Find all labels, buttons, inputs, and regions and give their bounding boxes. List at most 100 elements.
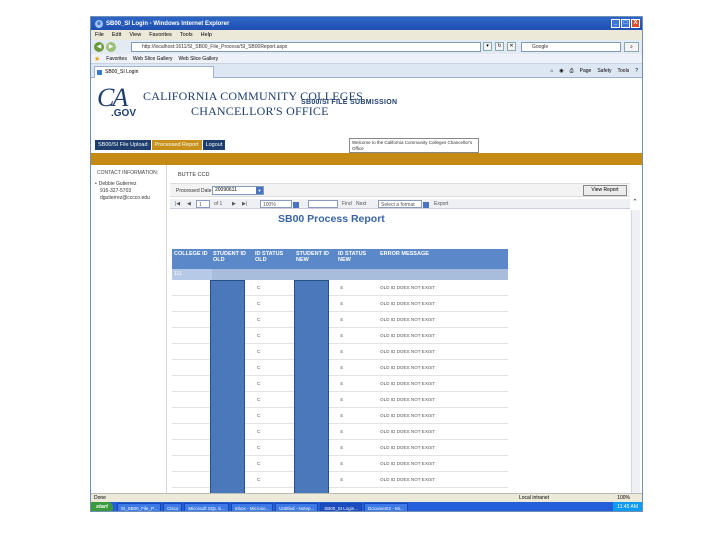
help-icon[interactable]: ? [635,66,638,76]
page-menu[interactable]: Page [580,66,592,76]
favorites-link-2[interactable]: Web Slice Gallery [179,56,219,62]
main-content: BUTTE CCD Processed Date: 20090611 ▼ Vie… [168,165,642,493]
zoom-level[interactable]: 100% [617,494,630,502]
star-icon[interactable]: ★ [94,55,100,63]
report-viewer: SB00 Process Report COLLEGE ID STUDENT I… [170,210,630,493]
taskbar-item[interactable]: Document2 - Mi... [364,503,408,511]
web-page: CA .GOV CALIFORNIA COMMUNITY COLLEGES CH… [91,79,642,493]
favorites-button[interactable]: Favorites [106,56,127,62]
nav-processed-report[interactable]: Processed Report [151,140,202,150]
col-student-id-new: STUDENT ID NEW [296,251,329,263]
minimize-button[interactable]: _ [611,19,620,28]
menu-help[interactable]: Help [201,32,212,38]
site-header: CA .GOV CALIFORNIA COMMUNITY COLLEGES CH… [91,79,642,135]
cell-id-status-new: S [340,397,344,402]
find-input[interactable] [308,200,338,208]
find-link[interactable]: Find [342,200,352,208]
export-link[interactable]: Export [434,200,448,208]
nav-file-upload[interactable]: SB00/SI File Upload [95,140,151,150]
cell-id-status-new: S [340,477,344,482]
page-count: of 1 [214,201,223,207]
page-number-input[interactable]: 1 [196,200,210,208]
cell-error-message: OLD ID DOES NOT EXIST [380,349,436,354]
close-button[interactable]: X [631,19,640,28]
cell-id-status-new: S [340,317,344,322]
cell-error-message: OLD ID DOES NOT EXIST [380,413,436,418]
cell-error-message: OLD ID DOES NOT EXIST [380,397,436,402]
menu-bar: File Edit View Favorites Tools Help [91,30,642,40]
safety-menu[interactable]: Safety [597,66,611,76]
first-page-icon[interactable]: |◀ [175,200,180,208]
cell-error-message: OLD ID DOES NOT EXIST [380,445,436,450]
menu-edit[interactable]: Edit [112,32,121,38]
dropdown-icon[interactable]: ▾ [483,42,492,51]
cell-id-status-new: S [340,429,344,434]
taskbar-item[interactable]: SI_SB00_File_P... [116,503,162,511]
maximize-button[interactable]: □ [621,19,630,28]
contact-email[interactable]: dgutierrez@cccco.edu [100,195,150,201]
feeds-icon[interactable]: ◉ [559,66,563,76]
ie-icon: e [95,19,103,28]
table-header: COLLEGE ID STUDENT ID OLD ID STATUS OLD … [172,249,508,269]
home-icon[interactable]: ⌂ [550,66,553,76]
report-scrollbar[interactable] [631,210,640,493]
back-arrow-icon[interactable]: ◀ [94,42,104,52]
contact-name: Debbie Gutierrez [98,181,137,187]
last-page-icon[interactable]: ▶| [242,200,247,208]
menu-favorites[interactable]: Favorites [149,32,172,38]
taskbar-item[interactable]: Cisco [163,503,183,511]
cell-id-status-old: C [257,445,261,450]
zoom-select[interactable]: 100% [260,200,299,208]
contact-header: CONTACT INFORMATION: [97,170,159,176]
search-input[interactable]: Google [521,42,621,52]
tools-menu[interactable]: Tools [618,66,630,76]
group-college-id: 111 [174,271,182,277]
forward-arrow-icon[interactable]: ▶ [106,42,116,52]
sidebar: CONTACT INFORMATION: • Debbie Gutierrez 9… [91,165,167,493]
cell-id-status-old: C [257,285,261,290]
status-text: Done [94,495,106,501]
next-page-icon[interactable]: ▶ [232,200,236,208]
cell-id-status-new: S [340,301,344,306]
contact-phone: 916-327-5703 [100,188,132,194]
next-link[interactable]: Next [356,200,366,208]
taskbar-item[interactable]: Microsoft SQL S... [184,503,229,511]
menu-view[interactable]: View [129,32,141,38]
cell-error-message: OLD ID DOES NOT EXIST [380,461,436,466]
system-clock: 11:45 AM [613,502,642,511]
stop-icon[interactable]: ✕ [507,42,516,51]
tab-sb00-login[interactable]: SB00_SI Login [94,66,214,78]
view-report-button[interactable]: View Report [583,185,627,196]
ca-gov-logo[interactable]: CA .GOV [97,83,139,131]
taskbar-item[interactable]: SB00_SI Login... [320,503,363,511]
menu-tools[interactable]: Tools [180,32,193,38]
redacted-student-id-new [294,280,329,493]
col-id-status-new: ID STATUS NEW [338,251,367,263]
chevron-down-icon [293,202,299,208]
logo-gov: .GOV [111,108,137,119]
contact-info: • Debbie Gutierrez 916-327-5703 dgutierre… [95,181,150,202]
cell-id-status-new: S [340,349,344,354]
print-icon[interactable]: ⎙ [570,66,574,76]
prev-page-icon[interactable]: ◀ [187,200,191,208]
start-button[interactable]: start [91,502,113,511]
export-format-select[interactable]: Select a format [378,200,429,208]
processed-date-select[interactable]: 20090611 ▼ [212,186,264,195]
cell-id-status-old: C [257,461,261,466]
col-id-status-old: ID STATUS OLD [255,251,284,263]
menu-file[interactable]: File [95,32,104,38]
cell-id-status-old: C [257,477,261,482]
taskbar-item[interactable]: Inbox - Microso... [230,503,274,511]
address-input[interactable]: http://localhost:1611/SI_SB00_File_Proce… [131,42,481,52]
collapse-up-icon[interactable]: ⌃ [632,198,638,206]
tab-label: SB00_SI Login [105,69,139,75]
col-college-id: COLLEGE ID [174,251,208,257]
search-icon[interactable]: ⌕ [624,42,639,52]
cell-error-message: OLD ID DOES NOT EXIST [380,333,436,338]
nav-logout[interactable]: Logout [202,140,226,150]
favorites-link-1[interactable]: Web Slice Gallery [133,56,173,62]
taskbar-item[interactable]: Untitled - Notep... [275,503,319,511]
report-title: SB00 Process Report [278,213,385,225]
col-student-id-old: STUDENT ID OLD [213,251,246,263]
refresh-icon[interactable]: ↻ [495,42,504,51]
